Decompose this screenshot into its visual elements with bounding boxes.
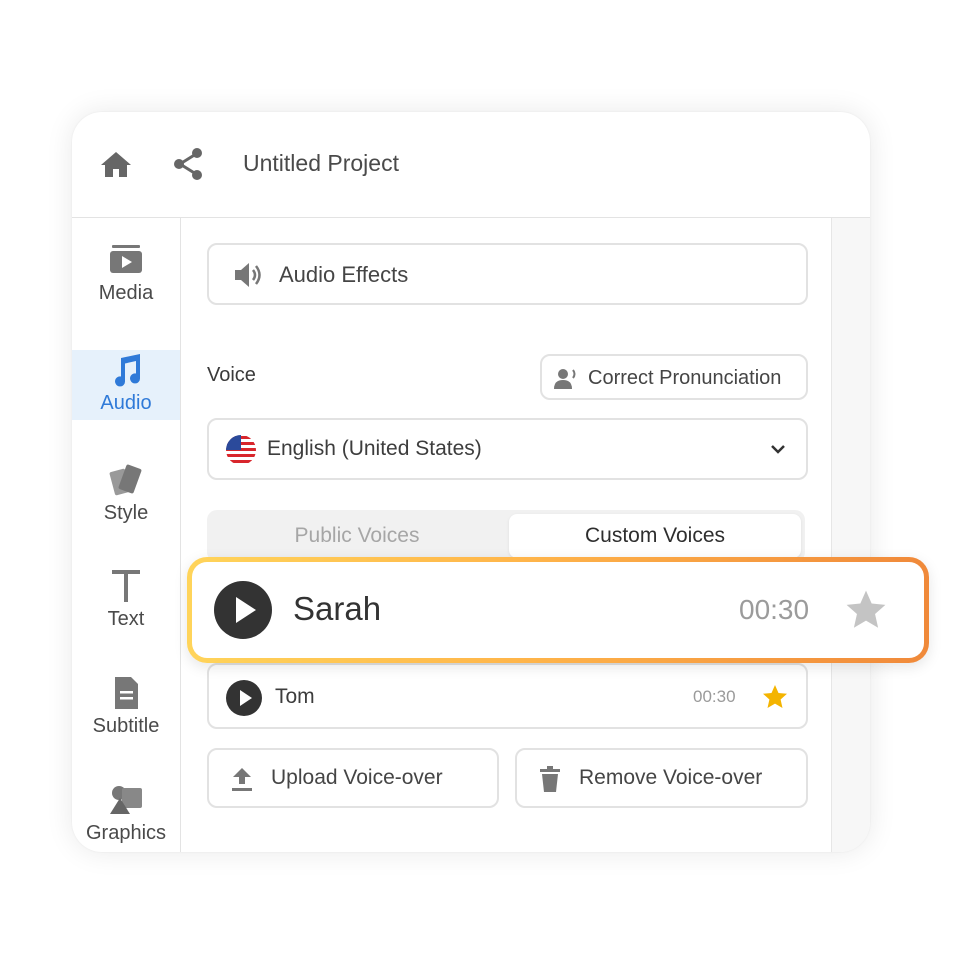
language-select[interactable]: English (United States) <box>207 418 808 480</box>
voice-duration: 00:30 <box>739 594 810 625</box>
sidebar-item-graphics[interactable]: Graphics <box>72 782 180 852</box>
sidebar: Media Audio Style Text Subtitle Graphics <box>72 218 181 852</box>
editor-panel: Untitled Project Media Audio Style Text … <box>72 112 870 852</box>
document-icon <box>115 677 138 709</box>
star-filled-icon[interactable] <box>762 684 788 710</box>
remove-voice-over-button[interactable]: Remove Voice-over <box>515 748 808 808</box>
text-t-icon <box>112 570 140 602</box>
sidebar-item-label: Text <box>107 608 145 630</box>
audio-effects-label: Audio Effects <box>279 262 409 287</box>
scroll-track[interactable] <box>831 218 870 852</box>
voice-tabs: Public Voices Custom Voices <box>207 510 805 562</box>
media-icon <box>110 245 142 273</box>
sidebar-item-style[interactable]: Style <box>72 462 180 532</box>
top-bar: Untitled Project <box>72 112 870 218</box>
sidebar-item-media[interactable]: Media <box>72 242 180 312</box>
swatch-icon <box>109 464 142 496</box>
shapes-icon <box>110 786 142 814</box>
upload-voice-over-button[interactable]: Upload Voice-over <box>207 748 499 808</box>
project-title[interactable]: Untitled Project <box>243 150 399 177</box>
audio-effects-button[interactable]: Audio Effects <box>207 243 808 305</box>
language-value: English (United States) <box>267 437 482 460</box>
remove-label: Remove Voice-over <box>579 766 763 789</box>
sidebar-item-label: Audio <box>100 392 152 414</box>
voice-name: Sarah <box>293 590 382 627</box>
star-icon[interactable] <box>845 589 887 631</box>
sidebar-item-label: Style <box>103 502 149 524</box>
voice-duration: 00:30 <box>693 687 736 706</box>
sidebar-item-label: Media <box>98 282 154 304</box>
us-flag-icon <box>226 435 256 465</box>
voice-label: Voice <box>207 364 256 386</box>
speaker-icon <box>235 263 261 287</box>
sidebar-item-label: Subtitle <box>92 715 160 737</box>
sidebar-item-text[interactable]: Text <box>72 568 180 638</box>
voice-row[interactable]: Sarah 00:30 <box>192 562 924 658</box>
highlighted-voice-row: Sarah 00:30 <box>187 557 929 663</box>
share-icon[interactable] <box>172 147 204 181</box>
play-icon[interactable] <box>214 581 272 639</box>
sidebar-item-label: Graphics <box>85 822 167 844</box>
upload-label: Upload Voice-over <box>271 766 443 789</box>
sidebar-item-audio[interactable]: Audio <box>72 350 180 420</box>
home-icon[interactable] <box>100 150 132 178</box>
tab-public-voices[interactable]: Public Voices <box>211 514 503 558</box>
tab-custom-voices[interactable]: Custom Voices <box>509 514 801 558</box>
music-note-icon <box>115 354 141 387</box>
correct-pronunciation-label: Correct Pronunciation <box>588 367 782 389</box>
voice-name: Tom <box>275 685 315 708</box>
play-icon[interactable] <box>225 679 263 717</box>
upload-icon <box>232 768 252 791</box>
trash-icon <box>540 766 560 792</box>
speaking-person-icon <box>554 369 576 389</box>
chevron-down-icon <box>771 445 785 454</box>
voice-row[interactable]: Tom 00:30 <box>207 663 808 729</box>
correct-pronunciation-button[interactable]: Correct Pronunciation <box>540 354 808 400</box>
sidebar-item-subtitle[interactable]: Subtitle <box>72 675 180 745</box>
